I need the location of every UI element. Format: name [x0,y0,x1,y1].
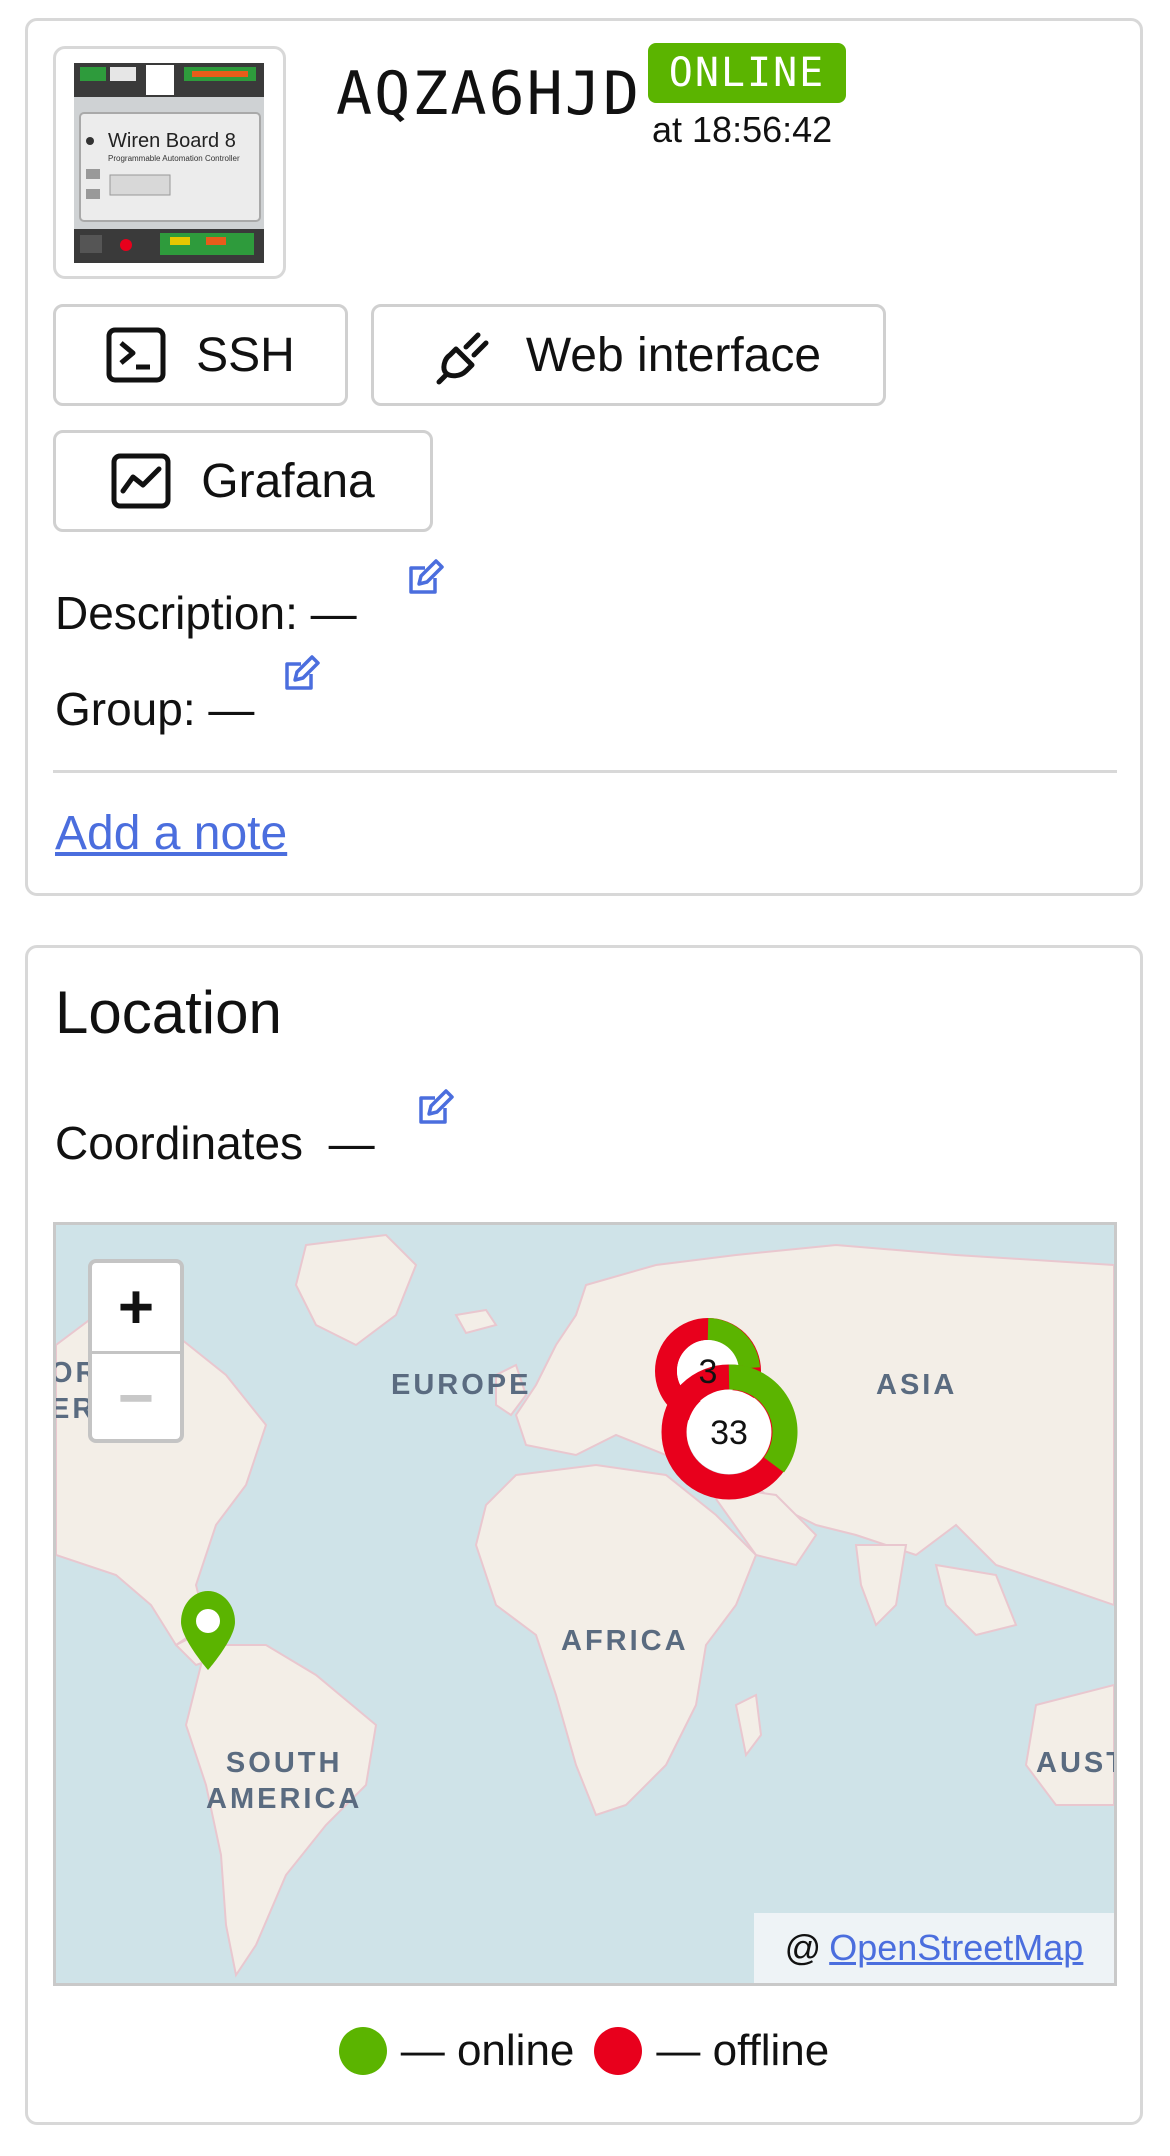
grafana-button[interactable]: Grafana [53,430,433,532]
edit-coordinates-icon[interactable] [415,1088,455,1128]
image-title: Wiren Board 8 [108,130,236,152]
coordinates-label: Coordinates [55,1117,304,1169]
map-legend: — online — offline [28,2026,1140,2076]
device-image: Wiren Board 8 Programmable Automation Co… [53,46,286,279]
web-interface-label: Web interface [525,328,822,382]
openstreetmap-link[interactable]: OpenStreetMap [829,1927,1083,1969]
group-value: — [208,683,255,735]
cluster-small-count: 3 [698,1353,718,1391]
location-card: Location Coordinates — OR EUROPE ASIA AF… [25,945,1143,2125]
zoom-out-button[interactable]: − [92,1351,180,1439]
location-title: Location [55,979,282,1046]
zoom-in-button[interactable]: + [92,1263,180,1351]
device-card: Wiren Board 8 Programmable Automation Co… [25,18,1143,896]
online-dot-icon [338,2027,387,2075]
edit-group-icon[interactable] [281,654,321,694]
cluster-large-count: 33 [710,1414,748,1452]
description-field: Description: — [55,559,444,640]
status-badge: ONLINE [648,43,846,103]
web-interface-button[interactable]: Web interface [371,304,886,406]
grafana-label: Grafana [201,454,375,508]
chart-icon [111,453,171,509]
description-label: Description: [55,587,298,639]
image-subtitle: Programmable Automation Controller [108,154,240,163]
add-note-link[interactable]: Add a note [55,806,287,861]
status-time: at 18:56:42 [652,109,833,150]
controller-image: Wiren Board 8 Programmable Automation Co… [74,63,264,263]
attribution-prefix: @ [784,1927,822,1968]
plug-icon [436,332,489,385]
divider [53,770,1117,773]
coordinates-field: Coordinates — [55,1089,454,1170]
legend-offline: — offline [594,2026,829,2076]
map-attribution: @ OpenStreetMap [754,1913,1114,1983]
ssh-label: SSH [196,328,295,382]
ssh-button[interactable]: SSH [53,304,348,406]
device-id: AQZA6HJD [336,59,641,129]
legend-online-label: — online [400,2026,575,2075]
world-map[interactable]: ORERICA EUROPE ASIA AFRICA SOUTHAMERICA … [53,1222,1117,1986]
zoom-control: + − [88,1259,184,1443]
offline-dot-icon [594,2027,643,2075]
legend-online: — online [338,2026,575,2076]
map-markers [181,1318,798,1670]
location-pin-icon[interactable] [181,1591,235,1670]
legend-offline-label: — offline [656,2026,830,2075]
group-field: Group: — [55,655,320,736]
coordinates-value: — [328,1117,375,1169]
description-value: — [310,587,357,639]
group-label: Group: [55,683,196,735]
terminal-icon [106,327,166,383]
edit-description-icon[interactable] [405,558,445,598]
